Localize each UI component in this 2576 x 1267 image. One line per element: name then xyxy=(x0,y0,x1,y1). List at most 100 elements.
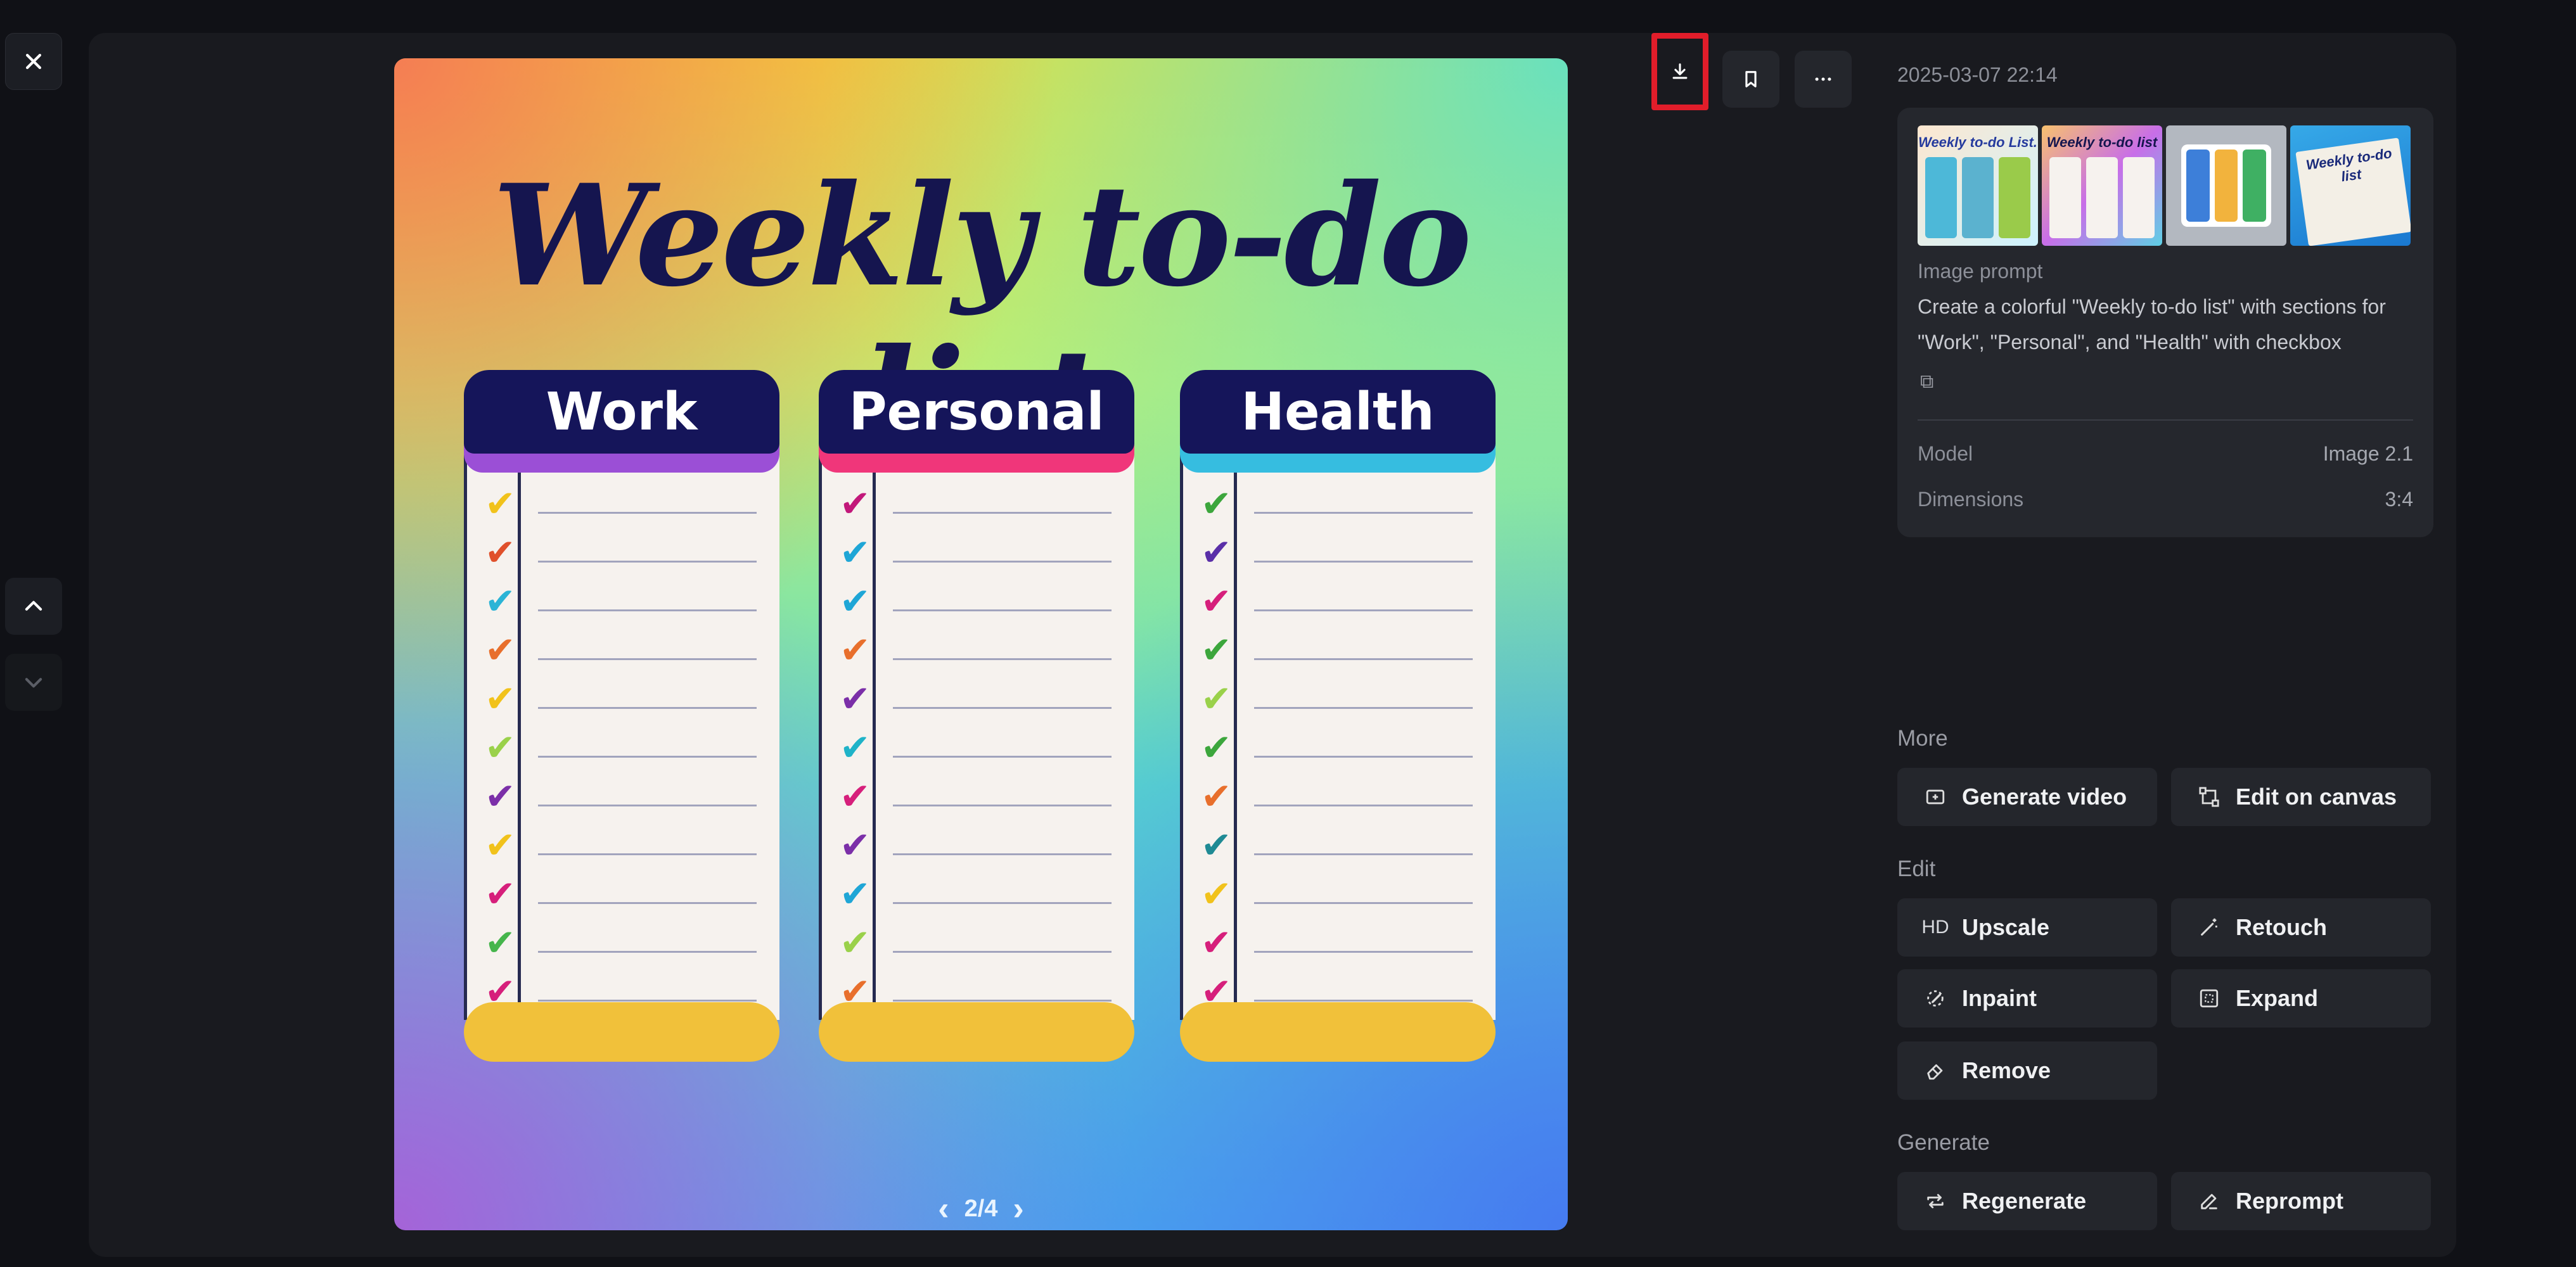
edit-section-label: Edit xyxy=(1897,856,1936,881)
thumbnail-strip: Weekly to-do List. Weekly to-do list Wee… xyxy=(1918,125,2411,246)
todo-line xyxy=(538,707,757,709)
checkmark-icon: ✔ xyxy=(485,872,516,915)
checkmark-icon: ✔ xyxy=(840,580,871,623)
checkmark-icon: ✔ xyxy=(1201,775,1232,818)
todo-row: ✔ xyxy=(822,870,1134,919)
more-icon xyxy=(1815,77,1831,81)
todo-row: ✔ xyxy=(1183,870,1496,919)
more-options-button[interactable] xyxy=(1795,51,1852,108)
todo-line xyxy=(538,658,757,660)
checkmark-icon: ✔ xyxy=(840,775,871,818)
video-plus-icon xyxy=(1923,786,1948,808)
todo-line xyxy=(893,512,1112,514)
thumbnail-4[interactable]: Weekly to-do list xyxy=(2290,125,2411,246)
image-pager: ‹ 2/4 › xyxy=(394,1190,1568,1228)
bookmark-icon xyxy=(1745,71,1757,87)
todo-row: ✔ xyxy=(467,529,779,578)
todo-row: ✔ xyxy=(822,578,1134,627)
model-label: Model xyxy=(1918,442,1973,465)
previous-image-button[interactable] xyxy=(5,578,62,635)
todo-line xyxy=(538,756,757,758)
checkmark-icon: ✔ xyxy=(1201,726,1232,769)
brush-icon xyxy=(1923,988,1948,1009)
todo-row: ✔ xyxy=(1183,578,1496,627)
checkmark-icon: ✔ xyxy=(485,726,516,769)
todo-line xyxy=(538,1000,757,1002)
hd-icon: HD xyxy=(1921,917,1949,938)
todo-row: ✔ xyxy=(467,627,779,675)
expand-icon xyxy=(2196,988,2222,1009)
column-footer xyxy=(819,1002,1134,1062)
todo-row: ✔ xyxy=(1183,627,1496,675)
next-image-button[interactable] xyxy=(5,654,62,711)
column-body: ✔ ✔ ✔ ✔ ✔ ✔ ✔ ✔ ✔ ✔ ✔ xyxy=(1180,455,1496,1020)
prompt-text: Create a colorful "Weekly to-do list" wi… xyxy=(1918,295,2386,353)
column-header: Health xyxy=(1180,370,1496,454)
checkmark-icon: ✔ xyxy=(485,580,516,623)
todo-line xyxy=(893,658,1112,660)
todo-row: ✔ xyxy=(1183,480,1496,529)
inpaint-button[interactable]: Inpaint xyxy=(1897,969,2157,1028)
todo-row: ✔ xyxy=(467,578,779,627)
checkmark-icon: ✔ xyxy=(1201,628,1232,672)
checkmark-icon: ✔ xyxy=(1201,482,1232,525)
todo-row: ✔ xyxy=(1183,919,1496,968)
chevron-up-icon xyxy=(25,601,42,611)
todo-line xyxy=(538,853,757,855)
todo-line xyxy=(1254,902,1473,904)
edit-on-canvas-button[interactable]: Edit on canvas xyxy=(2171,768,2431,826)
checkmark-icon: ✔ xyxy=(840,872,871,915)
todo-line xyxy=(538,512,757,514)
generate-video-button[interactable]: Generate video xyxy=(1897,768,2157,826)
todo-line xyxy=(893,707,1112,709)
checkmark-icon: ✔ xyxy=(840,824,871,867)
todo-line xyxy=(893,609,1112,611)
download-button[interactable] xyxy=(1651,33,1708,110)
checkmark-icon: ✔ xyxy=(485,482,516,525)
column-header: Personal xyxy=(819,370,1134,454)
todo-line xyxy=(538,561,757,563)
todo-row: ✔ xyxy=(822,627,1134,675)
todo-line xyxy=(893,561,1112,563)
checkmark-icon: ✔ xyxy=(1201,824,1232,867)
thumbnail-2[interactable]: Weekly to-do list xyxy=(2042,125,2162,246)
todo-line xyxy=(1254,756,1473,758)
checkmark-icon: ✔ xyxy=(840,628,871,672)
dimensions-label: Dimensions xyxy=(1918,488,2024,511)
reprompt-button[interactable]: Reprompt xyxy=(2171,1172,2431,1230)
prompt-label: Image prompt xyxy=(1918,260,2043,283)
todo-line xyxy=(1254,561,1473,563)
todo-row: ✔ xyxy=(1183,822,1496,870)
remove-button[interactable]: Remove xyxy=(1897,1041,2157,1100)
retouch-button[interactable]: Retouch xyxy=(2171,898,2431,957)
todo-line xyxy=(893,805,1112,806)
checkmark-icon: ✔ xyxy=(840,726,871,769)
todo-row: ✔ xyxy=(822,675,1134,724)
todo-column: Personal ✔ ✔ ✔ ✔ ✔ ✔ ✔ ✔ ✔ ✔ ✔ xyxy=(819,370,1134,1062)
todo-line xyxy=(1254,609,1473,611)
todo-line xyxy=(1254,853,1473,855)
thumbnail-3[interactable] xyxy=(2166,125,2286,246)
todo-row: ✔ xyxy=(822,919,1134,968)
copy-icon[interactable]: ⧉ xyxy=(1920,371,1933,393)
todo-line xyxy=(1254,707,1473,709)
created-date: 2025-03-07 22:14 xyxy=(1897,63,2058,86)
pager-next-arrow[interactable]: › xyxy=(1013,1190,1023,1228)
generated-image[interactable]: Weekly to-do list Work✔✔✔✔✔✔✔✔✔✔✔Persona… xyxy=(394,58,1568,1230)
checkmark-icon: ✔ xyxy=(1201,580,1232,623)
pager-prev-arrow[interactable]: ‹ xyxy=(938,1190,949,1228)
expand-button[interactable]: Expand xyxy=(2171,969,2431,1028)
todo-line xyxy=(538,902,757,904)
repeat-icon xyxy=(1923,1190,1948,1212)
thumbnail-1[interactable]: Weekly to-do List. xyxy=(1918,125,2038,246)
checkmark-icon: ✔ xyxy=(1201,921,1232,964)
model-value: Image 2.1 xyxy=(2323,442,2413,465)
todo-row: ✔ xyxy=(822,529,1134,578)
todo-line xyxy=(1254,951,1473,953)
close-button[interactable] xyxy=(5,33,62,90)
todo-line xyxy=(538,805,757,806)
bookmark-button[interactable] xyxy=(1722,51,1779,108)
regenerate-button[interactable]: Regenerate xyxy=(1897,1172,2157,1230)
upscale-button[interactable]: HD Upscale xyxy=(1897,898,2157,957)
pencil-icon xyxy=(2196,1190,2222,1212)
